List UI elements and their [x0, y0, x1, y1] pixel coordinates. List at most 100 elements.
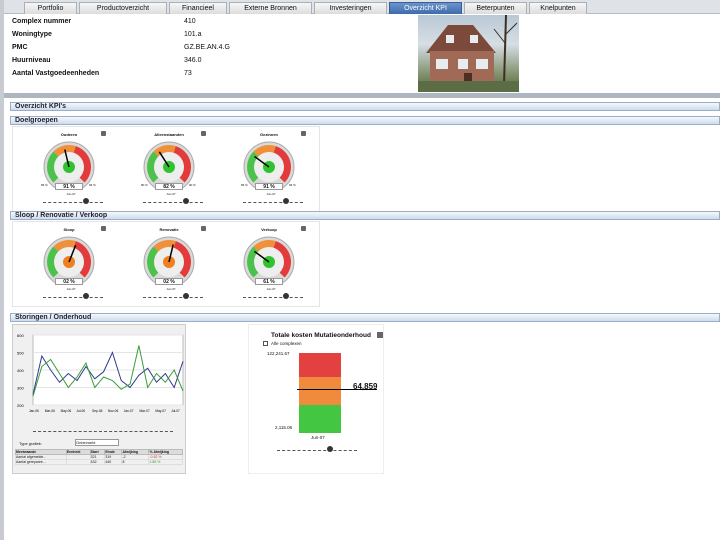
cell-start: 432 [89, 459, 106, 465]
gauge-date: Jun-07 [166, 287, 176, 291]
y-tick-label: 500 [17, 351, 24, 356]
mutatie-slider-knob[interactable] [327, 446, 333, 452]
gauge-value: 02 % [55, 278, 83, 285]
section-doelgroepen[interactable]: Doelgroepen [10, 116, 720, 125]
info-icon[interactable] [101, 226, 106, 231]
gauge-max: 96 % [89, 183, 96, 187]
info-label: Woningtype [12, 31, 52, 38]
gauge-dial [43, 236, 95, 284]
info-icon[interactable] [301, 131, 306, 136]
x-tick-label: Mar-06 [45, 409, 55, 413]
gauge-slider[interactable] [143, 197, 203, 204]
info-icon[interactable] [301, 226, 306, 231]
gauge-value: 91 % [255, 183, 283, 190]
tab-financieel[interactable]: Financieel [169, 2, 227, 14]
gauge-dial [43, 141, 95, 189]
x-tick-label: Nov-06 [108, 409, 119, 413]
gauge-slider-knob[interactable] [183, 198, 189, 204]
info-value: 346.0 [184, 57, 202, 64]
chart-type-select[interactable]: Onbevoeld [75, 439, 119, 446]
cell-end: 440 [104, 459, 123, 465]
gauge-slider-knob[interactable] [283, 293, 289, 299]
mutatie-slider[interactable] [277, 445, 357, 451]
tab-productoverzicht[interactable]: Productoverzicht [79, 2, 167, 14]
gauge-slider[interactable] [243, 292, 303, 299]
info-value: 101.a [184, 31, 202, 38]
y-tick-label: 200 [17, 403, 24, 408]
mutatie-bottom: 2,115.06 [275, 425, 293, 430]
tab-portfolio[interactable]: Portfolio [24, 2, 77, 14]
gauge-min: 80 % [141, 183, 148, 187]
separator [4, 93, 720, 98]
info-row: Complex nummer 410 [12, 18, 272, 30]
tab-investeringen[interactable]: Investeringen [314, 2, 387, 14]
info-icon[interactable] [377, 332, 383, 338]
info-row: PMC GZ.BE.AN.4.G [12, 44, 272, 56]
kpi-header[interactable]: Overzicht KPI's [10, 102, 720, 111]
mutatie-top: 122,241.67 [267, 351, 290, 356]
gauge-dial [143, 236, 195, 284]
gauge-min: 86 % [41, 183, 48, 187]
info-value: 410 [184, 18, 196, 25]
gauge-value: 82 % [155, 183, 183, 190]
mutatie-marker: 64,859 [353, 382, 378, 391]
info-icon[interactable] [101, 131, 106, 136]
x-tick-label: May-06 [61, 409, 72, 413]
gauge: Sloop 02 % Jun-07 [41, 226, 111, 306]
mutatie-panel: Totale kosten Mutatieonderhoud Alle comp… [248, 324, 384, 474]
gauge: Gezinnen 91 % 86 % 96 % Jun-07 [241, 131, 311, 211]
gauge-slider-knob[interactable] [83, 198, 89, 204]
tab-knelpunten[interactable]: Knelpunten [529, 2, 587, 14]
gauge-panel-sloop: Sloop 02 % Jun-07 Renovatie 02 % Jun-07 … [12, 221, 320, 307]
gauge-value: 02 % [155, 278, 183, 285]
line-chart-panel: 600 500 400 300 200 Jan-06 Mar-06 May-06 Jul-06 S… [12, 324, 186, 474]
tab-beterpunten[interactable]: Beterpunten [464, 2, 527, 14]
gauge-date: Jun-07 [266, 192, 276, 196]
mutatie-gauge [299, 353, 341, 433]
tab-overzicht-kpi[interactable]: Overzicht KPI [389, 2, 462, 14]
house-photo [418, 15, 519, 92]
x-tick-label: Sep-06 [92, 409, 103, 413]
gauge: Renovatie 02 % Jun-07 [141, 226, 211, 306]
x-tick-label: Jan-06 [29, 409, 39, 413]
info-row: Huurniveau 346.0 [12, 57, 272, 69]
alle-complexen-label: Alle complexen [271, 341, 302, 346]
gauge-slider[interactable] [43, 292, 103, 299]
tab-bar: Portfolio Productoverzicht Financieel Exter… [4, 0, 720, 14]
tab-externe-bronnen[interactable]: Externe Bronnen [229, 2, 312, 14]
alle-complexen-checkbox[interactable] [263, 341, 268, 346]
gauge: Alleenstaanden 82 % 80 % 90 % Jun-07 [141, 131, 211, 211]
info-icon[interactable] [201, 226, 206, 231]
gauge-slider[interactable] [43, 197, 103, 204]
gauge-min: 86 % [241, 183, 248, 187]
gauge-slider-knob[interactable] [83, 293, 89, 299]
x-tick-label: Jul-07 [171, 409, 180, 413]
gauge-slider[interactable] [143, 292, 203, 299]
gauge-slider-knob[interactable] [183, 293, 189, 299]
gauge-dial [143, 141, 195, 189]
info-value: GZ.BE.AN.4.G [184, 44, 230, 51]
gauge-panel-doelgroepen: Ouderen 91 % 86 % 96 % Jun-07 Alleenstaa… [12, 126, 320, 212]
info-icon[interactable] [201, 131, 206, 136]
mutatie-title: Totale kosten Mutatieonderhoud [271, 332, 371, 339]
x-tick-label: Jan-07 [124, 409, 134, 413]
info-label: Huurniveau [12, 57, 51, 64]
section-sloop[interactable]: Sloop / Renovatie / Verkoop [10, 211, 720, 220]
x-tick-label: May-07 [155, 409, 166, 413]
y-tick-label: 400 [17, 368, 24, 373]
mutatie-date: Jun-07 [311, 435, 325, 440]
info-value: 73 [184, 70, 192, 77]
table-row[interactable]: Aantal gereparee... 432 440 8 1.85 % [15, 459, 183, 465]
gauge-date: Jun-07 [166, 192, 176, 196]
line-slider[interactable] [33, 428, 173, 432]
gauge-slider[interactable] [243, 197, 303, 204]
section-storingen[interactable]: Storingen / Onderhoud [10, 313, 720, 322]
cell-name: Aantal gereparee... [15, 459, 67, 465]
gauge-value: 61 % [255, 278, 283, 285]
line-chart-controls: Type grafiek: Onbevoeld Meetwaarde Eenhei… [13, 426, 187, 474]
gauge-date: Jun-07 [266, 287, 276, 291]
gauge-slider-knob[interactable] [283, 198, 289, 204]
x-tick-label: Mar-07 [140, 409, 150, 413]
info-label: Complex nummer [12, 18, 72, 25]
gauge-dial [243, 236, 295, 284]
